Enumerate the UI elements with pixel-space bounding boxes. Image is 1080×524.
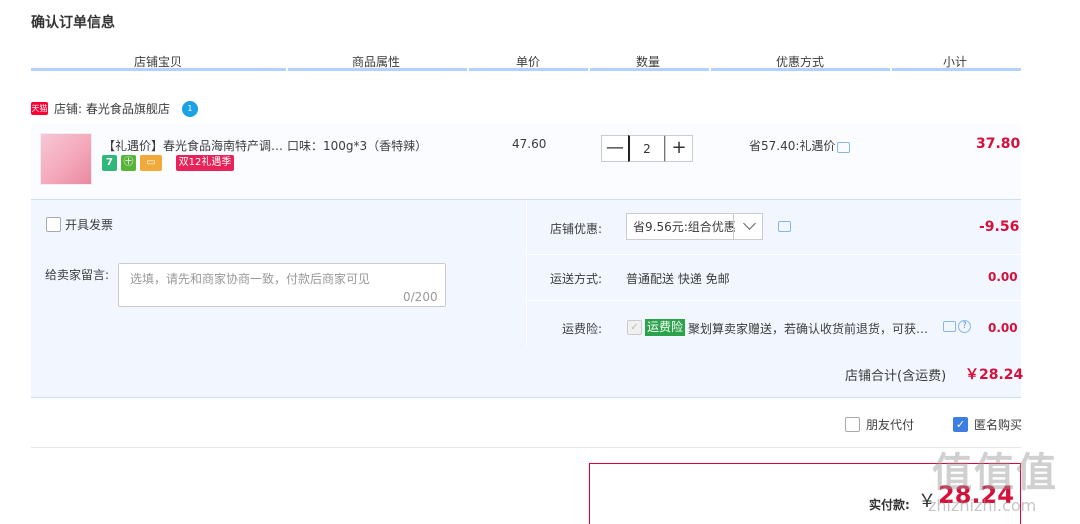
chat-seller-icon[interactable]: 1: [181, 100, 198, 117]
insurance-label: 运费险:: [562, 322, 603, 336]
shipping-method: 普通配送 快递 免邮: [626, 272, 730, 286]
tmall-icon: 天猫: [31, 102, 48, 115]
watermark-logo: 值值值: [932, 450, 1058, 496]
anonymous-label: 匿名购买: [974, 418, 1023, 432]
item-subtotal: 37.80: [976, 136, 1021, 152]
anonymous-option[interactable]: ✓ 匿名购买: [953, 416, 1022, 433]
header-gap: [709, 68, 711, 71]
select-divider: [733, 214, 734, 239]
header-gap: [467, 68, 469, 71]
shop-name[interactable]: 店铺: 春光食品旗舰店: [54, 100, 170, 117]
discount-chat-icon[interactable]: [778, 221, 791, 232]
shop-total-label: 店铺合计(含运费): [845, 369, 947, 384]
memo-char-count: 0/200: [403, 290, 438, 304]
friend-pay-option[interactable]: 朋友代付: [845, 416, 914, 433]
invoice-checkbox[interactable]: [46, 217, 61, 232]
shop-discount-selected: 省9.56元:组合优惠: [633, 220, 736, 234]
seven-day-return-icon[interactable]: 7: [102, 155, 117, 171]
insurance-description: 聚划算卖家赠送，若确认收货前退货，可获得赔付: [688, 322, 933, 336]
friend-pay-label: 朋友代付: [866, 418, 915, 432]
insurance-badge: 运费险: [645, 319, 686, 336]
invoice-label: 开具发票: [65, 218, 114, 232]
product-thumbnail[interactable]: [40, 133, 92, 185]
discount-info-icon[interactable]: [837, 142, 850, 153]
panel-divider: [526, 200, 527, 346]
watermark-url: zhizhizhi.com: [928, 496, 1037, 515]
friend-pay-checkbox[interactable]: [845, 417, 860, 432]
header-gap: [890, 68, 892, 71]
credit-card-icon[interactable]: ▭: [140, 155, 162, 171]
shipping-label: 运送方式:: [550, 272, 603, 286]
page-title: 确认订单信息: [31, 15, 115, 31]
product-title-link[interactable]: 【礼遇价】春光食品海南特产调味…: [103, 137, 288, 154]
shop-discount-amount: -9.56: [979, 219, 1020, 235]
help-icon[interactable]: ?: [958, 320, 971, 333]
quantity-stepper: — +: [601, 135, 693, 162]
shop-total-amount: ￥28.24: [965, 367, 1024, 383]
increase-quantity-button[interactable]: +: [665, 135, 693, 162]
memo-placeholder: 选填，请先和商家协商一致，付款后商家可见: [130, 272, 371, 286]
anonymous-checkbox[interactable]: ✓: [953, 417, 968, 432]
header-gap: [588, 68, 590, 71]
insurance-checkbox[interactable]: ✓: [627, 320, 642, 335]
quality-guarantee-icon[interactable]: ㊉: [121, 155, 136, 171]
payment-label: 实付款:: [869, 498, 910, 512]
decrease-quantity-button[interactable]: —: [601, 135, 629, 162]
quantity-input[interactable]: [628, 135, 666, 162]
chevron-down-icon: [743, 217, 756, 230]
insurance-amount: 0.00: [988, 321, 1018, 335]
item-discount-text: 省57.40:礼遇价: [749, 139, 836, 153]
shop-discount-select[interactable]: 省9.56元:组合优惠: [626, 213, 763, 240]
panel-row-divider: [527, 254, 1021, 255]
invoice-option[interactable]: 开具发票: [46, 216, 113, 233]
shop-row: 天猫 店铺: 春光食品旗舰店 1: [31, 100, 198, 117]
promo-event-badge: 双12礼遇季: [176, 155, 234, 171]
section-divider: [31, 447, 1021, 448]
product-tags: 7 ㊉ ▭ 双12礼遇季: [102, 155, 234, 171]
panel-row-divider: [527, 300, 1021, 301]
insurance-chat-icon[interactable]: [943, 321, 956, 332]
unit-price: 47.60: [512, 137, 547, 151]
header-divider: [31, 68, 1021, 71]
shop-discount-label: 店铺优惠:: [550, 222, 603, 236]
shipping-amount: 0.00: [988, 270, 1018, 284]
memo-label: 给卖家留言:: [45, 268, 110, 282]
product-attributes: 口味：100g*3（香特辣）: [287, 139, 428, 153]
header-gap: [286, 68, 288, 71]
